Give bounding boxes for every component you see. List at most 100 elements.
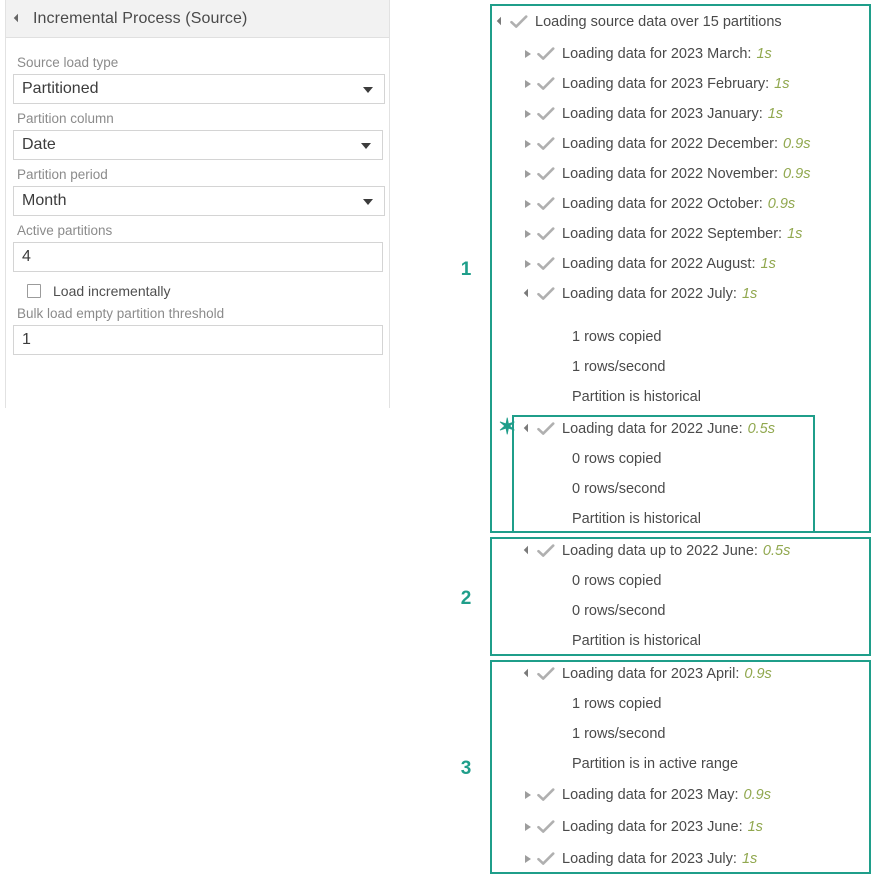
process-log-tree: 1 2 3 ✶ Loading source data over 15 part… [440, 0, 871, 878]
load-incrementally-label: Load incrementally [53, 283, 171, 299]
active-partitions-input[interactable]: 4 [13, 242, 383, 272]
log-row-label: Loading data for 2022 December: [562, 136, 779, 152]
log-row-duration: 0.9s [743, 787, 771, 803]
log-detail-group2-0: 0 rows copied [572, 573, 662, 589]
triangle-right-icon[interactable] [525, 230, 531, 238]
log-row-partition-0[interactable]: Loading data for 2023 March: 1s [525, 44, 772, 64]
log-row-root[interactable]: Loading source data over 15 partitions [496, 12, 782, 32]
chevron-down-icon[interactable] [363, 199, 373, 205]
log-row-partition-1[interactable]: Loading data for 2023 February: 1s [525, 74, 790, 94]
check-icon [537, 422, 555, 436]
log-row-label: Loading data up to 2022 June: [562, 543, 758, 559]
partition-period-select[interactable]: Month [13, 186, 385, 216]
log-detail-group3-1: 1 rows/second [572, 726, 666, 742]
log-row-duration: 1s [756, 46, 772, 62]
log-row-partition-4[interactable]: Loading data for 2022 November: 0.9s [525, 164, 810, 184]
log-row-group3-partition-1[interactable]: Loading data for 2023 June: 1s [525, 817, 763, 837]
log-row-duration: 0.9s [783, 166, 811, 182]
triangle-down-icon[interactable] [523, 423, 533, 432]
log-row-partition-8[interactable]: Loading data for 2022 July: 1s [523, 284, 758, 304]
log-detail-july-1: 1 rows/second [572, 359, 666, 375]
source-load-type-label: Source load type [17, 55, 119, 70]
log-row-label: Loading data for 2023 January: [562, 106, 763, 122]
log-detail-july-2: Partition is historical [572, 389, 701, 405]
log-row-duration: 1s [747, 819, 763, 835]
panel-body: Source load type Partitioned Partition c… [6, 38, 389, 355]
log-row-june-2022[interactable]: Loading data for 2022 June: 0.5s [523, 419, 776, 439]
incremental-process-panel: Incremental Process (Source) Source load… [5, 0, 390, 408]
log-row-label: Loading data for 2023 May: [562, 787, 739, 803]
log-detail-group2-2: Partition is historical [572, 633, 701, 649]
log-row-label: Loading data for 2022 October: [562, 196, 763, 212]
log-row-partition-5[interactable]: Loading data for 2022 October: 0.9s [525, 194, 795, 214]
check-icon [537, 667, 555, 681]
source-load-type-select[interactable]: Partitioned [13, 74, 385, 104]
check-icon [537, 47, 555, 61]
partition-column-label: Partition column [17, 111, 114, 126]
panel-header[interactable]: Incremental Process (Source) [6, 0, 389, 38]
triangle-right-icon[interactable] [525, 80, 531, 88]
group-marker-3: 3 [460, 758, 472, 779]
triangle-right-icon[interactable] [525, 50, 531, 58]
partition-period-label: Partition period [17, 167, 108, 182]
log-row-group3-partition-2[interactable]: Loading data for 2023 July: 1s [525, 849, 757, 869]
load-incrementally-row[interactable]: Load incrementally [27, 283, 382, 299]
log-row-duration: 1s [741, 286, 758, 302]
log-row-duration: 0.5s [747, 421, 776, 437]
triangle-right-icon[interactable] [525, 140, 531, 148]
check-icon [537, 544, 555, 558]
check-icon [537, 77, 555, 91]
check-icon [537, 788, 555, 802]
log-row-duration: 1s [767, 106, 784, 122]
source-load-type-value: Partitioned [22, 80, 99, 97]
log-row-duration: 1s [760, 256, 776, 272]
log-row-duration: 1s [787, 226, 803, 242]
triangle-down-icon[interactable] [523, 545, 533, 554]
chevron-down-icon[interactable] [363, 87, 373, 93]
log-row-duration: 0.5s [762, 543, 791, 559]
triangle-down-icon[interactable] [523, 288, 533, 297]
triangle-down-icon[interactable] [523, 668, 533, 677]
triangle-right-icon[interactable] [525, 823, 531, 831]
load-incrementally-checkbox[interactable] [27, 284, 41, 298]
log-row-duration: 1s [741, 851, 758, 867]
log-row-label: Loading data for 2023 March: [562, 46, 752, 62]
log-row-duration: 1s [774, 76, 790, 92]
check-icon [537, 107, 555, 121]
log-detail-group2-1: 0 rows/second [572, 603, 666, 619]
log-row-label: Loading source data over 15 partitions [535, 14, 782, 30]
log-row-up-to-2022-june[interactable]: Loading data up to 2022 June: 0.5s [523, 541, 791, 561]
triangle-down-icon[interactable] [496, 16, 506, 25]
log-row-label: Loading data for 2022 November: [562, 166, 779, 182]
triangle-right-icon[interactable] [525, 110, 531, 118]
group-marker-1: 1 [460, 259, 472, 280]
triangle-right-icon[interactable] [525, 791, 531, 799]
log-row-label: Loading data for 2022 June: [562, 421, 743, 437]
partition-column-value: Date [22, 136, 56, 153]
log-row-partition-2[interactable]: Loading data for 2023 January: 1s [525, 104, 783, 124]
triangle-down-icon[interactable] [13, 13, 23, 22]
screenshot-root: Incremental Process (Source) Source load… [0, 0, 871, 878]
log-row-duration: 0.9s [744, 666, 772, 682]
check-icon [537, 227, 555, 241]
bulk-load-threshold-input[interactable]: 1 [13, 325, 383, 355]
bulk-load-threshold-label: Bulk load empty partition threshold [17, 306, 225, 321]
log-row-partition-7[interactable]: Loading data for 2022 August: 1s [525, 254, 776, 274]
partition-column-select[interactable]: Date [13, 130, 383, 160]
log-detail-group3-0: 1 rows copied [572, 696, 662, 712]
triangle-right-icon[interactable] [525, 260, 531, 268]
triangle-right-icon[interactable] [525, 855, 531, 863]
log-row-partition-3[interactable]: Loading data for 2022 December: 0.9s [525, 134, 810, 154]
triangle-right-icon[interactable] [525, 170, 531, 178]
check-icon [537, 257, 555, 271]
log-row-2023-april[interactable]: Loading data for 2023 April: 0.9s [523, 664, 772, 684]
check-icon [537, 137, 555, 151]
log-detail-july-0: 1 rows copied [572, 329, 662, 345]
chevron-down-icon[interactable] [361, 143, 371, 149]
log-row-partition-6[interactable]: Loading data for 2022 September: 1s [525, 224, 802, 244]
check-icon [510, 15, 528, 29]
triangle-right-icon[interactable] [525, 200, 531, 208]
log-row-group3-partition-0[interactable]: Loading data for 2023 May: 0.9s [525, 785, 771, 805]
partition-period-value: Month [22, 192, 67, 209]
log-row-label: Loading data for 2023 July: [562, 851, 737, 867]
